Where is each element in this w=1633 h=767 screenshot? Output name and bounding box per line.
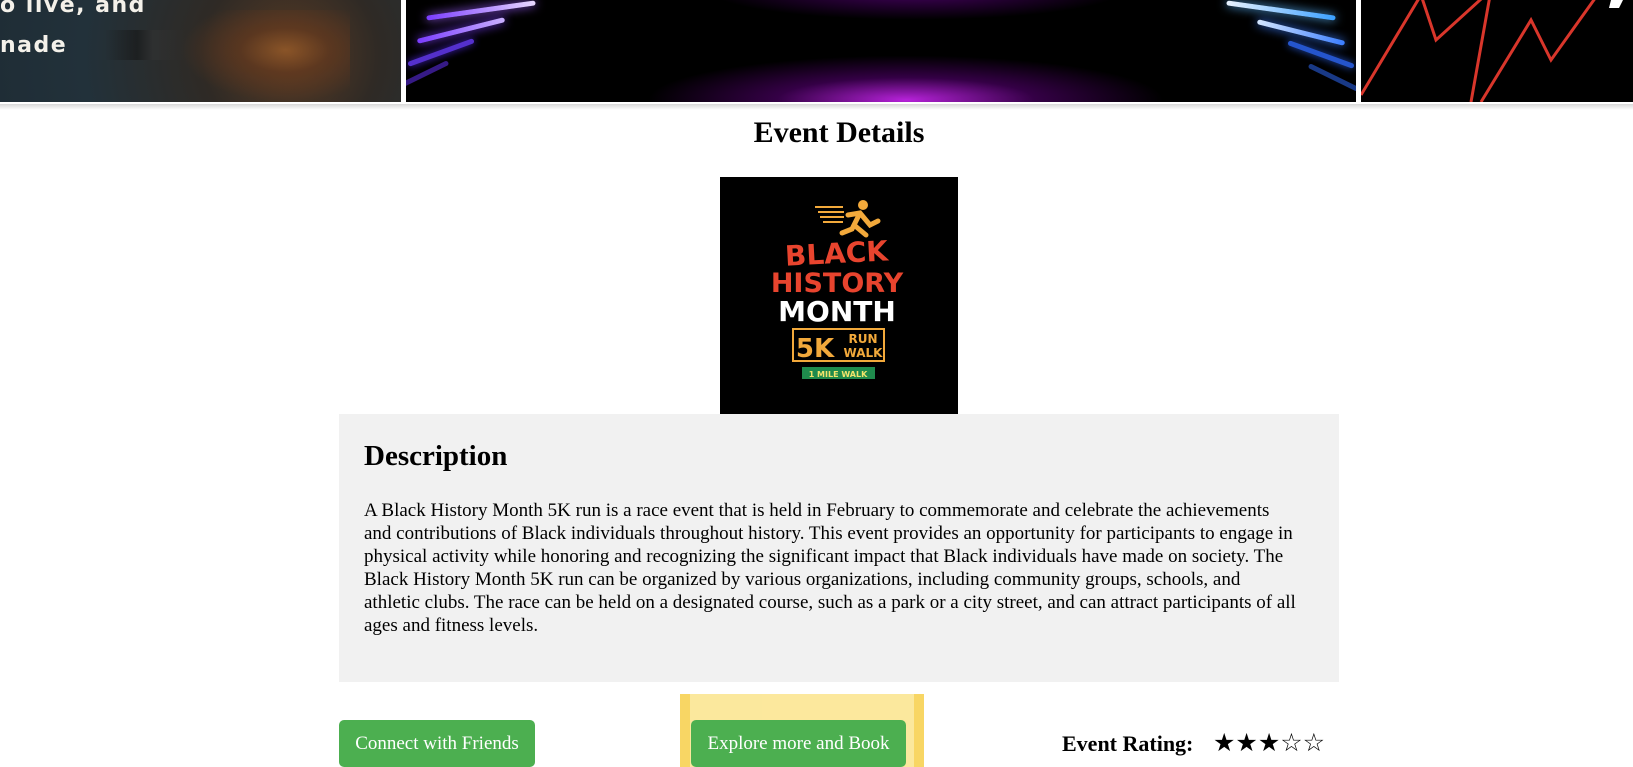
- poster-line3: MONTH: [778, 295, 896, 328]
- neon-bar-left-1: [426, 0, 536, 21]
- neon-bar-right-1: [1226, 0, 1336, 21]
- event-poster-image: BLACK HISTORY MONTH 5K RUN WALK 1 MILE W…: [720, 177, 958, 414]
- neon-bar-left-2: [416, 17, 506, 44]
- banner-card-left-text: o live, and nade: [0, 0, 146, 58]
- description-text: A Black History Month 5K run is a race e…: [364, 500, 1296, 636]
- poster-line1: BLACK: [784, 234, 890, 272]
- banner-card-right[interactable]: [1361, 0, 1633, 102]
- explore-and-book-button[interactable]: Explore more and Book: [691, 720, 906, 767]
- connect-with-friends-button[interactable]: Connect with Friends: [339, 720, 535, 767]
- neon-top-glow: [706, 0, 1126, 20]
- poster-walk: WALK: [844, 346, 884, 360]
- description-card: Description A Black History Month 5K run…: [339, 414, 1339, 682]
- banner-card-left[interactable]: o live, and nade: [0, 0, 401, 102]
- red-zigzag-graphic: [1361, 0, 1623, 102]
- poster-run: RUN: [848, 332, 877, 346]
- event-rating-label: Event Rating:: [1062, 731, 1194, 756]
- neon-bar-right-3: [1287, 40, 1355, 69]
- banner-card-neon[interactable]: [406, 0, 1356, 102]
- page-title: Event Details: [753, 116, 925, 149]
- neon-bar-right-2: [1256, 19, 1346, 46]
- runner-icon: [815, 200, 881, 238]
- neon-floor-glow: [646, 55, 1166, 102]
- poster-distance: 5K: [796, 334, 835, 364]
- banner-photo-figure: [180, 10, 350, 102]
- star-rating[interactable]: ★★★☆☆: [1213, 728, 1325, 757]
- event-banner-strip: o live, and nade: [0, 0, 1633, 110]
- description-heading: Description: [364, 440, 508, 472]
- poster-mile-walk: 1 MILE WALK: [809, 370, 868, 379]
- poster-artwork: BLACK HISTORY MONTH 5K RUN WALK 1 MILE W…: [771, 200, 904, 379]
- banner-bottom-shadow: [0, 104, 1633, 110]
